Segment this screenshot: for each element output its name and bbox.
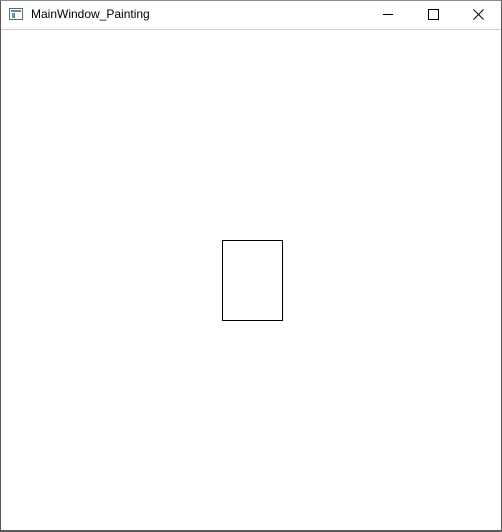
close-button[interactable]: [456, 1, 501, 29]
window-title: MainWindow_Painting: [31, 7, 150, 21]
minimize-button[interactable]: [365, 1, 410, 29]
painting-canvas[interactable]: [1, 30, 501, 530]
maximize-icon: [428, 9, 439, 20]
minimize-icon: [383, 14, 393, 15]
painted-rectangle: [222, 240, 283, 321]
title-bar[interactable]: MainWindow_Painting: [1, 1, 501, 30]
main-window: MainWindow_Painting: [0, 0, 502, 532]
app-window-icon[interactable]: [9, 8, 23, 20]
maximize-button[interactable]: [410, 1, 455, 29]
close-icon: [473, 9, 484, 20]
